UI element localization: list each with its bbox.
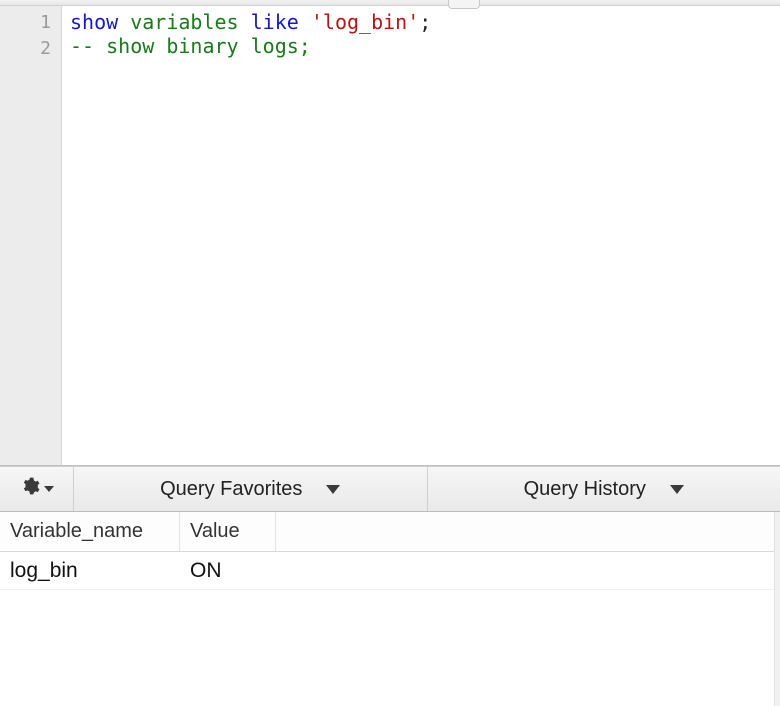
column-header-value[interactable]: Value: [180, 512, 276, 551]
code-token: variables: [130, 10, 238, 34]
query-favorites-button[interactable]: Query Favorites: [74, 467, 428, 511]
chevron-down-icon: [44, 486, 54, 492]
code-token: ;: [419, 10, 431, 34]
code-token: like: [251, 10, 299, 34]
tab-strip: [0, 0, 780, 6]
code-token: [239, 10, 251, 34]
query-favorites-label: Query Favorites: [160, 478, 302, 501]
code-token: show: [70, 10, 118, 34]
chevron-down-icon: [670, 485, 684, 494]
column-header-label: Value: [190, 520, 240, 543]
cell-variable-name[interactable]: log_bin: [0, 552, 180, 589]
line-number-gutter: 12: [0, 6, 62, 465]
code-token: 'log_bin': [311, 10, 419, 34]
column-header-label: Variable_name: [10, 520, 143, 543]
query-history-label: Query History: [524, 478, 646, 501]
results-body[interactable]: log_binON: [0, 552, 780, 706]
line-number: 1: [0, 10, 61, 36]
table-row[interactable]: log_binON: [0, 552, 780, 590]
code-token: [118, 10, 130, 34]
actions-menu-button[interactable]: [0, 467, 74, 511]
cell-value[interactable]: ON: [180, 552, 276, 589]
code-token: -- show binary logs;: [70, 34, 311, 58]
code-area[interactable]: show variables like 'log_bin';-- show bi…: [62, 6, 780, 465]
code-token: [299, 10, 311, 34]
column-header-variable-name[interactable]: Variable_name: [0, 512, 180, 551]
code-line[interactable]: -- show binary logs;: [70, 34, 780, 58]
results-table: Variable_name Value log_binON: [0, 512, 780, 706]
code-line[interactable]: show variables like 'log_bin';: [70, 10, 780, 34]
sql-editor[interactable]: 12 show variables like 'log_bin';-- show…: [0, 6, 780, 466]
column-header-spacer: [276, 512, 780, 551]
chevron-down-icon: [326, 485, 340, 494]
vertical-scrollbar[interactable]: [774, 512, 780, 706]
query-history-button[interactable]: Query History: [428, 467, 780, 511]
gear-icon: [20, 476, 40, 502]
query-toolbar: Query Favorites Query History: [0, 466, 780, 512]
line-number: 2: [0, 36, 61, 62]
results-header-row: Variable_name Value: [0, 512, 780, 552]
cell-spacer: [276, 552, 780, 589]
